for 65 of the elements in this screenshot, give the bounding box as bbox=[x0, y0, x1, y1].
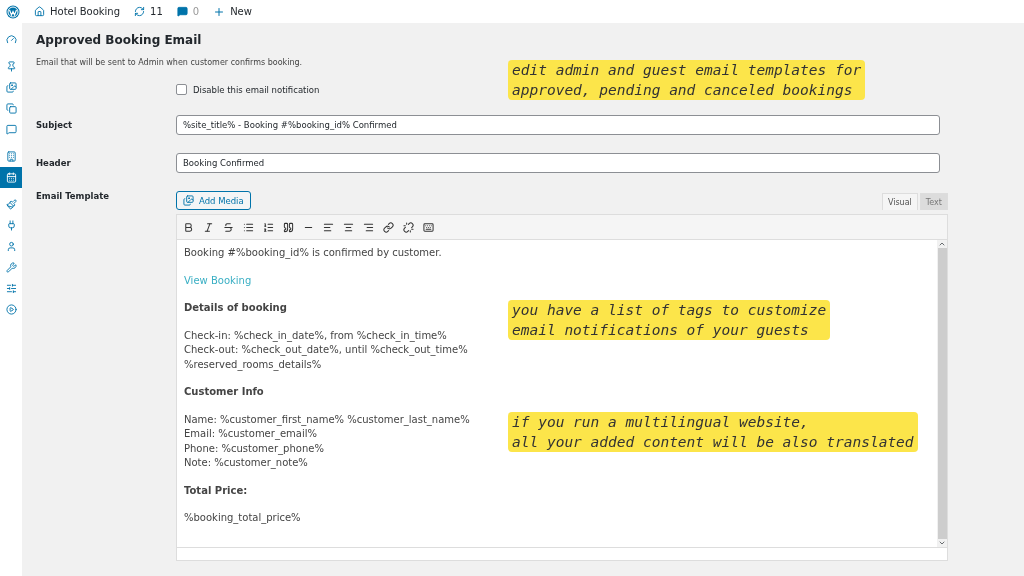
content-text: Name: %customer_first_name% %customer_last_name% bbox=[184, 412, 470, 427]
scroll-up-icon[interactable] bbox=[938, 240, 946, 248]
checkbox[interactable] bbox=[176, 84, 187, 95]
pages-icon bbox=[5, 103, 17, 114]
content-text: Booking #%booking_id% is confirmed by customer. bbox=[184, 246, 442, 261]
bulleted-list-icon[interactable] bbox=[243, 221, 254, 233]
keyboard-icon[interactable] bbox=[423, 221, 434, 233]
home-icon[interactable] bbox=[34, 6, 45, 17]
content-text: Phone: %customer_phone% bbox=[184, 441, 324, 456]
editor-tab[interactable]: Visual bbox=[881, 193, 918, 210]
comment-icon bbox=[5, 124, 17, 135]
images-icon bbox=[5, 82, 17, 93]
media-icon bbox=[183, 195, 194, 206]
checkbox-label: Disable this email notification bbox=[193, 84, 320, 95]
site-name-link[interactable]: Hotel Booking bbox=[50, 6, 121, 17]
content-text: %reserved_rooms_details% bbox=[184, 357, 322, 372]
content-heading: Customer Info bbox=[184, 385, 264, 399]
add-icon[interactable] bbox=[213, 5, 226, 18]
annotation-note: you have a list of tags to customize email notifications of your guests bbox=[508, 300, 831, 340]
plug-icon bbox=[5, 220, 17, 231]
unlink-icon[interactable] bbox=[403, 221, 414, 233]
numbered-list-icon[interactable] bbox=[263, 221, 274, 233]
italic-icon[interactable] bbox=[203, 221, 214, 233]
quote-icon[interactable] bbox=[283, 221, 294, 233]
updates-count[interactable]: 11 bbox=[150, 6, 163, 17]
updates-icon[interactable] bbox=[134, 6, 146, 17]
field-label: Subject bbox=[36, 119, 74, 130]
content-text: Check-in: %check_in_date%, from %check_in_time% bbox=[184, 328, 447, 343]
align-left-icon[interactable] bbox=[323, 221, 334, 233]
page-title: Approved Booking Email bbox=[36, 33, 203, 47]
text-field[interactable]: Booking Confirmed bbox=[176, 153, 940, 173]
content-text: %booking_total_price% bbox=[184, 511, 301, 526]
new-link[interactable]: New bbox=[230, 6, 252, 17]
page-description: Email that will be sent to Admin when customer confirms booking. bbox=[36, 58, 304, 67]
pin-icon bbox=[5, 61, 17, 72]
user-icon bbox=[5, 241, 17, 252]
annotation-note: if you run a multilingual website, all your added content will be also translated bbox=[508, 412, 918, 452]
content-text: Check-out: %check_out_date%, until %check_out_time% bbox=[184, 343, 468, 358]
calendar-icon bbox=[5, 172, 17, 183]
editor-panel[interactable] bbox=[176, 240, 948, 548]
gauge-icon bbox=[5, 34, 17, 45]
content-heading: Details of booking bbox=[184, 301, 287, 315]
logo-icon[interactable] bbox=[6, 4, 20, 19]
comments-icon[interactable] bbox=[176, 6, 188, 17]
link-icon[interactable] bbox=[383, 221, 394, 233]
content-text: Email: %customer_email% bbox=[184, 427, 317, 442]
paintbrush-icon bbox=[5, 199, 17, 210]
align-right-icon[interactable] bbox=[363, 221, 374, 233]
bold-icon[interactable] bbox=[183, 221, 194, 233]
annotation-note: edit admin and guest email templates for approved, pending and canceled bookings bbox=[508, 60, 866, 100]
field-label: Email Template bbox=[36, 191, 111, 201]
field-label: Header bbox=[36, 157, 72, 168]
scrollbar[interactable] bbox=[937, 240, 947, 547]
building-icon bbox=[5, 151, 17, 162]
sliders-icon bbox=[5, 283, 17, 294]
add-media-button[interactable]: Add Media bbox=[176, 191, 251, 210]
scroll-down-icon[interactable] bbox=[938, 539, 946, 547]
play-icon bbox=[5, 304, 17, 315]
content-text: Note: %customer_note% bbox=[184, 456, 308, 471]
content-heading: Total Price: bbox=[184, 483, 248, 498]
sidebar-item[interactable] bbox=[0, 167, 22, 188]
text-field[interactable]: %site_title% - Booking #%booking_id% Confirmed bbox=[176, 115, 940, 135]
strikethrough-icon[interactable] bbox=[223, 221, 234, 233]
align-center-icon[interactable] bbox=[343, 221, 354, 233]
wrench-icon bbox=[5, 262, 17, 273]
